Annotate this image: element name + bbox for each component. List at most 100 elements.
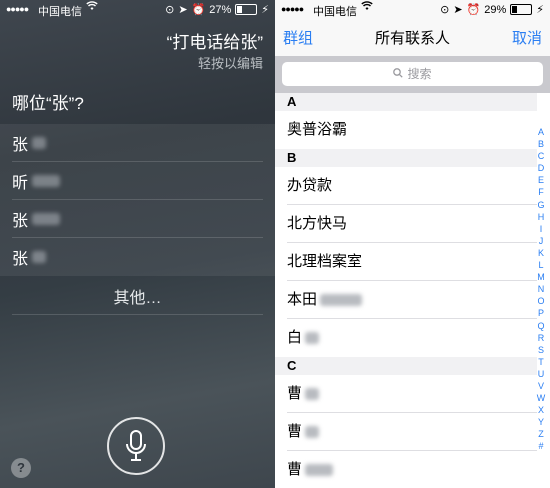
redacted-text xyxy=(32,175,61,187)
candidate-row[interactable]: 张 xyxy=(0,124,275,162)
contact-name: 本田 xyxy=(287,291,318,308)
rotation-lock-icon: ⊙ xyxy=(440,4,450,16)
status-bar: ●●●●● 中国电信 ⊙ ➤ ⏰ 29% ⚡ xyxy=(275,0,550,18)
index-letter[interactable]: G xyxy=(534,199,548,211)
alarm-icon: ⏰ xyxy=(466,4,481,16)
page-title: 所有联系人 xyxy=(374,30,450,47)
contact-row[interactable]: 北方快马 xyxy=(275,205,537,243)
index-letter[interactable]: U xyxy=(534,368,548,380)
contact-name: 北方快马 xyxy=(287,215,348,232)
battery-percent: 29% xyxy=(484,3,507,16)
index-letter[interactable]: I xyxy=(534,223,548,235)
index-letter[interactable]: P xyxy=(534,307,548,319)
other-button[interactable]: 其他… xyxy=(0,284,275,308)
section-header: A xyxy=(275,93,537,111)
index-letter[interactable]: Y xyxy=(534,416,548,428)
wifi-icon xyxy=(86,1,98,14)
search-placeholder: 搜索 xyxy=(407,67,432,81)
index-letter[interactable]: S xyxy=(534,344,548,356)
index-letter[interactable]: # xyxy=(534,440,548,452)
signal-strength: ●●●●● xyxy=(281,4,304,14)
signal-strength: ●●●●● xyxy=(6,4,29,14)
search-icon xyxy=(393,62,404,86)
index-letter[interactable]: A xyxy=(534,126,548,138)
contact-name: 奥普浴霸 xyxy=(287,121,348,138)
candidate-row[interactable]: 昕 xyxy=(0,162,275,200)
charging-icon: ⚡ xyxy=(261,4,269,16)
contact-name: 办贷款 xyxy=(287,177,333,194)
candidate-list: 张 昕 张 张 xyxy=(0,124,275,276)
index-letter[interactable]: C xyxy=(534,150,548,162)
divider xyxy=(12,314,263,315)
candidate-name: 张 xyxy=(12,213,29,230)
navigation-bar: 群组 所有联系人 取消 xyxy=(275,18,550,56)
redacted-text xyxy=(32,137,47,149)
index-letter[interactable]: D xyxy=(534,162,548,174)
status-bar: ●●●●● 中国电信 ⊙ ➤ ⏰ 27% ⚡ xyxy=(0,0,275,18)
candidate-name: 张 xyxy=(12,137,29,154)
candidate-name: 昕 xyxy=(12,175,29,192)
index-letter[interactable]: B xyxy=(534,138,548,150)
contact-name: 曹 xyxy=(287,385,303,402)
contacts-panel: ●●●●● 中国电信 ⊙ ➤ ⏰ 29% ⚡ 群组 所有联系人 取消 搜索 A … xyxy=(275,0,550,488)
index-letter[interactable]: J xyxy=(534,235,548,247)
contact-row[interactable]: 本田 xyxy=(275,281,537,319)
contact-name: 北理档案室 xyxy=(287,253,363,270)
index-letter[interactable]: W xyxy=(534,392,548,404)
contact-name: 白 xyxy=(287,329,303,346)
siri-panel: ●●●●● 中国电信 ⊙ ➤ ⏰ 27% ⚡ “打电话给张” 轻按以编辑 哪位“… xyxy=(0,0,275,488)
index-letter[interactable]: Z xyxy=(534,428,548,440)
redacted-text xyxy=(320,294,363,307)
candidate-row[interactable]: 张 xyxy=(0,238,275,276)
index-letter[interactable]: M xyxy=(534,271,548,283)
contact-row[interactable]: 办贷款 xyxy=(275,167,537,205)
index-letter[interactable]: F xyxy=(534,186,548,198)
battery-icon xyxy=(510,4,533,15)
index-letter[interactable]: L xyxy=(534,259,548,271)
siri-query-text[interactable]: “打电话给张” xyxy=(167,28,263,53)
battery-percent: 27% xyxy=(209,3,232,16)
section-index[interactable]: A B C D E F G H I J K L M N O P Q R S T U V W X Y Z # xyxy=(534,126,548,453)
index-letter[interactable]: V xyxy=(534,380,548,392)
search-bar: 搜索 xyxy=(275,56,550,93)
alarm-icon: ⏰ xyxy=(191,4,206,16)
contact-name: 曹 xyxy=(287,423,303,440)
contact-row[interactable]: 曹 xyxy=(275,451,537,488)
microphone-button[interactable] xyxy=(107,417,165,475)
siri-prompt: 哪位“张”? xyxy=(12,94,84,113)
contact-row[interactable]: 曹 xyxy=(275,375,537,413)
redacted-text xyxy=(32,213,61,225)
redacted-text xyxy=(305,426,320,439)
rotation-lock-icon: ⊙ xyxy=(165,4,175,16)
wifi-icon xyxy=(361,1,373,14)
index-letter[interactable]: O xyxy=(534,295,548,307)
search-input[interactable]: 搜索 xyxy=(282,62,543,86)
candidate-name: 张 xyxy=(12,251,29,268)
index-letter[interactable]: N xyxy=(534,283,548,295)
contact-list: A 奥普浴霸 B 办贷款 北方快马 北理档案室 本田 白 C 曹 曹 曹 xyxy=(275,93,537,488)
cancel-button[interactable]: 取消 xyxy=(512,27,542,48)
contact-row[interactable]: 曹 xyxy=(275,413,537,451)
redacted-text xyxy=(305,332,320,345)
index-letter[interactable]: E xyxy=(534,174,548,186)
carrier-label: 中国电信 xyxy=(38,6,82,18)
help-button[interactable]: ? xyxy=(11,458,31,478)
charging-icon: ⚡ xyxy=(536,4,544,16)
candidate-row[interactable]: 张 xyxy=(0,200,275,238)
redacted-text xyxy=(305,464,334,477)
index-letter[interactable]: Q xyxy=(534,320,548,332)
redacted-text xyxy=(32,251,47,263)
contact-row[interactable]: 白 xyxy=(275,319,537,357)
contact-row[interactable]: 奥普浴霸 xyxy=(275,111,537,149)
location-icon: ➤ xyxy=(453,4,463,16)
location-icon: ➤ xyxy=(178,4,188,16)
index-letter[interactable]: H xyxy=(534,211,548,223)
index-letter[interactable]: T xyxy=(534,356,548,368)
index-letter[interactable]: K xyxy=(534,247,548,259)
microphone-icon xyxy=(126,430,146,461)
index-letter[interactable]: R xyxy=(534,332,548,344)
index-letter[interactable]: X xyxy=(534,404,548,416)
section-header: C xyxy=(275,357,537,375)
redacted-text xyxy=(305,388,320,401)
contact-row[interactable]: 北理档案室 xyxy=(275,243,537,281)
